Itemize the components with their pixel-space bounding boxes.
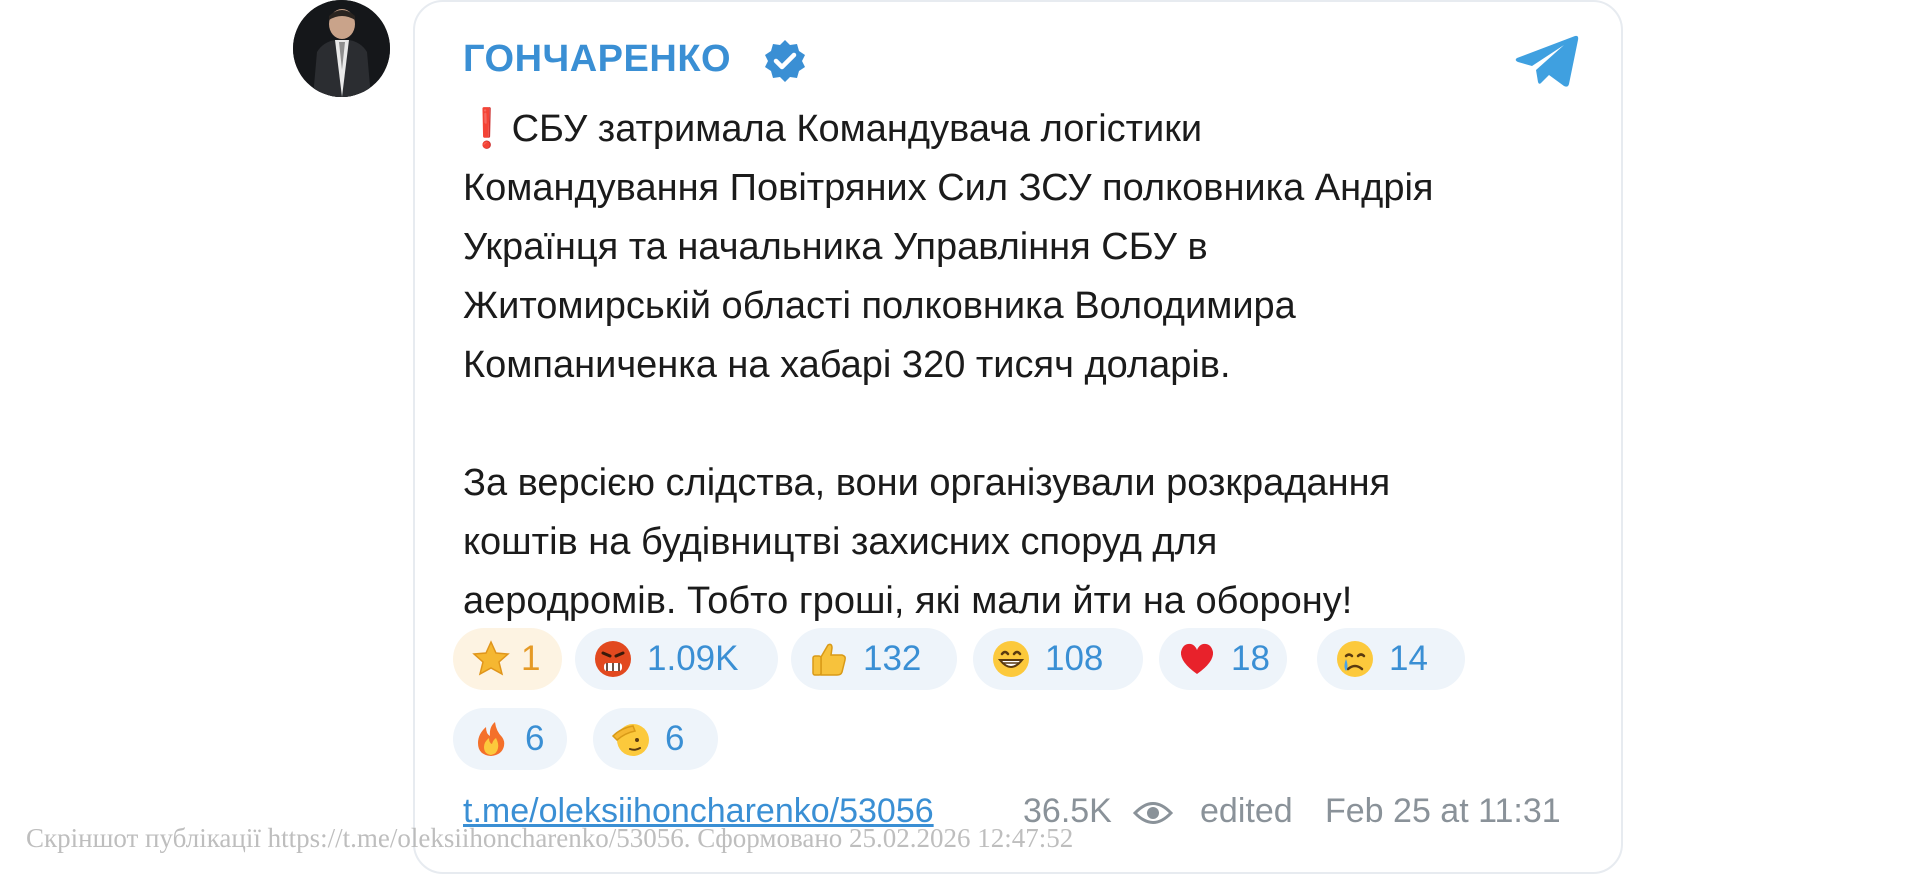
post-text: ❗ СБУ затримала Командувача логістики Ко… bbox=[463, 100, 1598, 631]
post-timestamp: Feb 25 at 11:31 bbox=[1325, 792, 1561, 830]
reaction-count: 6 bbox=[665, 719, 685, 758]
reaction-heart[interactable]: 18 bbox=[1159, 628, 1287, 690]
red-heart-icon bbox=[1177, 639, 1217, 679]
reaction-count: 132 bbox=[863, 639, 922, 678]
crying-face-icon bbox=[1335, 639, 1375, 679]
reaction-crying[interactable]: 14 bbox=[1317, 628, 1465, 690]
reaction-count: 14 bbox=[1389, 639, 1428, 678]
thumbs-up-icon bbox=[809, 639, 849, 679]
channel-name[interactable]: ГОНЧАРЕНКО bbox=[463, 38, 731, 81]
saluting-face-icon bbox=[611, 719, 651, 759]
reaction-count: 1 bbox=[521, 639, 541, 678]
screenshot-watermark: Скріншот публікації https://t.me/oleksii… bbox=[26, 823, 1074, 853]
post-paragraph-2: За версією слідства, вони організували р… bbox=[463, 462, 1391, 622]
reaction-thumbs-up[interactable]: 132 bbox=[791, 628, 957, 690]
fire-icon bbox=[471, 719, 511, 759]
reaction-fire[interactable]: 6 bbox=[453, 708, 567, 770]
reaction-grinning[interactable]: 108 bbox=[973, 628, 1143, 690]
grinning-face-icon bbox=[991, 639, 1031, 679]
eye-icon bbox=[1132, 800, 1174, 826]
post-paragraph-1: СБУ затримала Командувача логістики Кома… bbox=[463, 108, 1434, 386]
alert-icon: ❗ bbox=[463, 108, 511, 150]
reaction-count: 108 bbox=[1045, 639, 1104, 678]
star-icon bbox=[471, 639, 511, 679]
reaction-salute[interactable]: 6 bbox=[593, 708, 718, 770]
angry-face-icon bbox=[593, 639, 633, 679]
edited-label: edited bbox=[1200, 792, 1293, 830]
reaction-count: 1.09K bbox=[647, 639, 739, 678]
reaction-star[interactable]: 1 bbox=[453, 628, 562, 690]
screenshot-stage: ГОНЧАРЕНКО ❗ СБУ затримала Командувача л… bbox=[0, 0, 1920, 888]
reaction-count: 18 bbox=[1231, 639, 1270, 678]
reaction-count: 6 bbox=[525, 719, 545, 758]
verified-badge-icon bbox=[762, 38, 808, 84]
telegram-logo-icon[interactable] bbox=[1514, 33, 1580, 89]
channel-avatar[interactable] bbox=[293, 0, 390, 97]
reaction-angry[interactable]: 1.09K bbox=[575, 628, 778, 690]
